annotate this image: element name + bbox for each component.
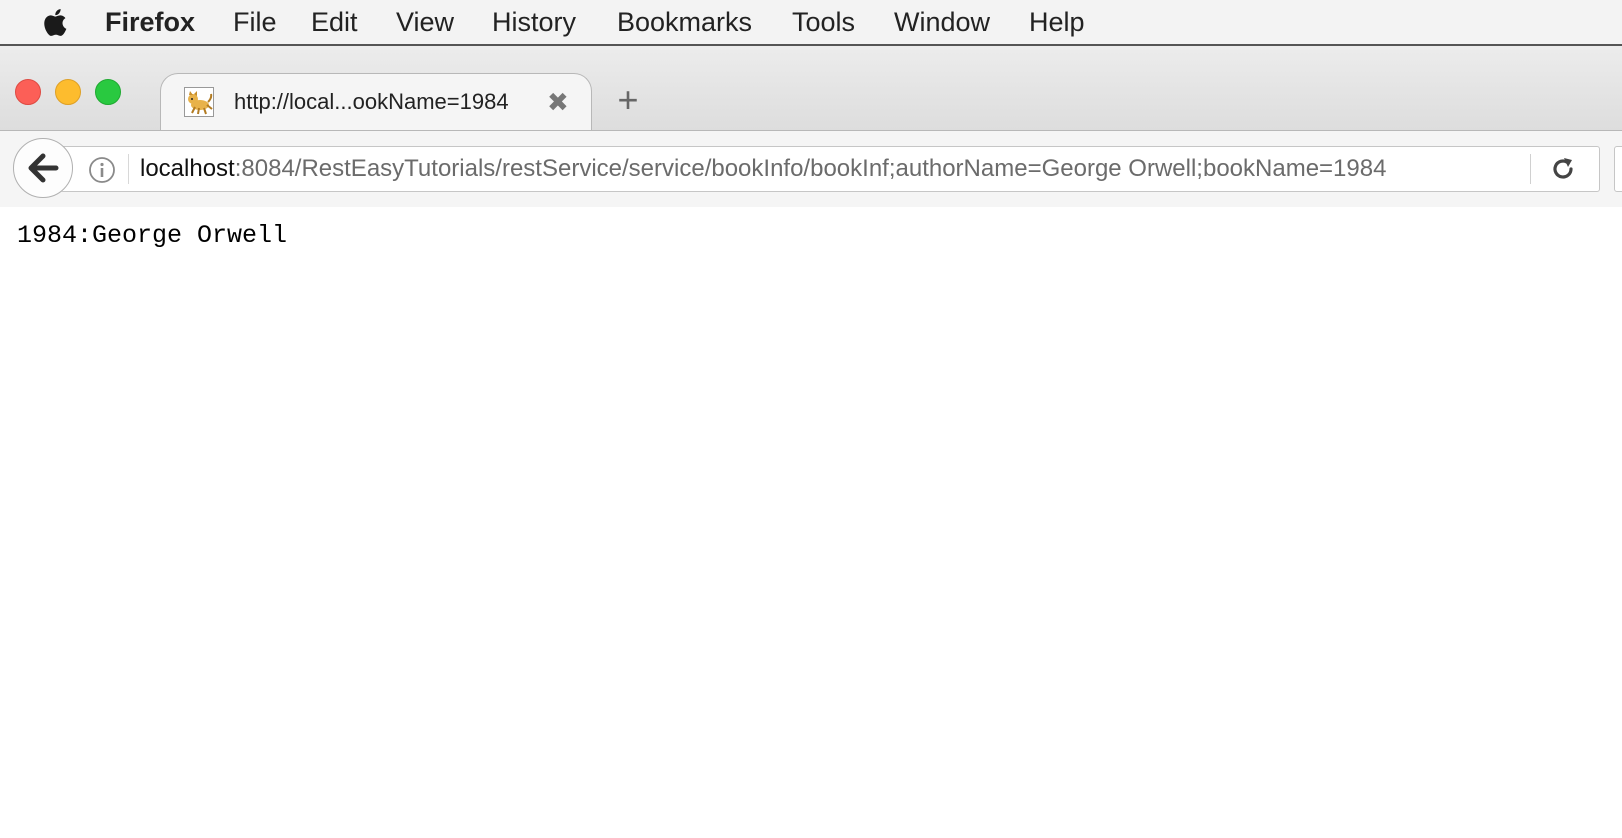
menu-bookmarks[interactable]: Bookmarks	[617, 0, 752, 44]
toolbar-overflow-edge	[1614, 146, 1622, 192]
tomcat-icon	[184, 87, 214, 117]
menu-file[interactable]: File	[233, 0, 277, 44]
menu-bar: Firefox File Edit View History Bookmarks…	[0, 0, 1622, 45]
page-content: 1984:George Orwell	[0, 207, 1622, 838]
back-button[interactable]	[13, 138, 73, 198]
menu-window[interactable]: Window	[894, 0, 990, 44]
window-maximize-button[interactable]	[95, 79, 121, 105]
reload-divider	[1530, 154, 1531, 184]
menu-tools[interactable]: Tools	[792, 0, 855, 44]
url-host: localhost	[140, 155, 235, 182]
url-divider	[128, 154, 129, 184]
reload-icon[interactable]	[1549, 155, 1577, 183]
menu-history[interactable]: History	[492, 0, 576, 44]
menu-edit[interactable]: Edit	[311, 0, 358, 44]
menu-view[interactable]: View	[396, 0, 454, 44]
window-minimize-button[interactable]	[55, 79, 81, 105]
tab-close-icon[interactable]: ✖	[547, 74, 569, 130]
apple-logo-icon[interactable]	[38, 4, 72, 40]
tab-active[interactable]: http://local...ookName=1984 ✖	[160, 73, 592, 131]
new-tab-plus-icon[interactable]: +	[610, 82, 646, 118]
window-close-button[interactable]	[15, 79, 41, 105]
site-info-icon[interactable]	[88, 156, 116, 184]
back-arrow-icon	[28, 153, 59, 183]
url-path: :8084/RestEasyTutorials/restService/serv…	[234, 155, 1387, 182]
response-text: 1984:George Orwell	[17, 221, 288, 250]
tab-title: http://local...ookName=1984	[234, 89, 509, 114]
url-text[interactable]: localhost:8084/RestEasyTutorials/restSer…	[140, 146, 1386, 192]
menu-help[interactable]: Help	[1029, 0, 1085, 44]
menu-app-name[interactable]: Firefox	[105, 0, 195, 44]
